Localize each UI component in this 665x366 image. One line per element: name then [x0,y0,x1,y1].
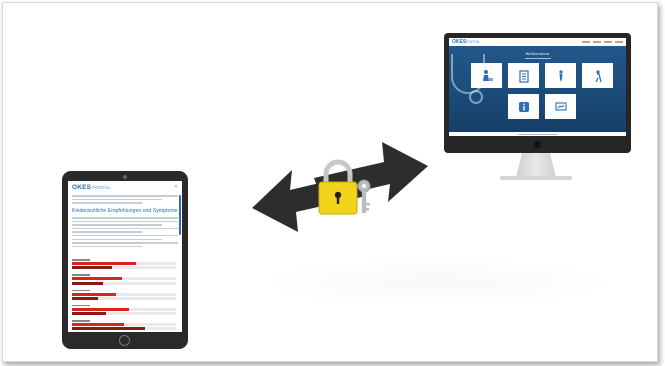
bar-track [72,323,176,327]
portal-card-doctor[interactable] [471,63,502,88]
tablet-section-heading: Kinderärztliche Empfehlungen und Symptom… [72,207,178,214]
bar-fill [72,307,130,311]
portal-footer [449,132,626,136]
portal-card-walking[interactable] [582,63,613,88]
text-line [72,220,178,223]
bar-label [72,274,90,276]
doctor-patient-icon [482,69,493,81]
tablet-camera [123,175,127,179]
tablet-portal-header: OKESPORTAL ✕ [68,181,182,193]
nav-item[interactable] [615,41,623,43]
portal-card-person[interactable] [545,63,576,88]
nav-item[interactable] [582,41,590,43]
portal-card-clipboard[interactable] [508,63,539,88]
top-nav [582,41,623,43]
monitor-stand [516,153,556,177]
portal-card-info[interactable] [508,94,539,119]
screen-chart-icon [554,101,567,111]
bar-track [72,262,176,266]
bar-label [72,320,90,322]
monitor-screen: OKESPORTAL Willkommen [449,38,626,136]
bar-fill [72,262,137,266]
bar-track [72,312,176,316]
text-line [72,245,142,248]
bar-fill [72,323,124,327]
welcome-subtitle [524,58,551,59]
close-icon[interactable]: ✕ [174,184,178,190]
tablet-screen: OKESPORTAL ✕ Kinderärztliche Empfehlunge… [68,181,182,332]
bar-label [72,259,90,261]
text-line [72,198,162,201]
bar-fill [72,327,145,331]
bar-fill [72,292,116,296]
text-line [72,202,142,204]
floor-reflection [258,258,618,308]
text-line [72,224,162,226]
bar-group [72,289,176,300]
bar-group [72,320,176,331]
monitor-logo-dot [534,141,541,148]
text-line [72,235,178,237]
bar-label [72,304,90,307]
bar-fill [72,296,98,300]
desktop-monitor: OKESPORTAL Willkommen [444,33,631,153]
info-icon [518,101,529,112]
bar-group [72,304,176,316]
bar-label [72,289,90,292]
bar-track [72,277,176,281]
person-standing-icon [558,69,563,82]
text-line [72,238,162,240]
bar-track [72,307,176,311]
bar-fill [72,277,122,281]
okes-portal-logo: OKESPORTAL [72,183,112,191]
portal-topbar: OKESPORTAL [449,38,626,46]
portal-card-screen[interactable] [545,94,576,119]
stethoscope-chestpiece [469,90,483,104]
person-walking-icon [594,69,602,82]
scrollbar[interactable] [179,195,181,235]
image-frame: OKESPORTAL ✕ Kinderärztliche Empfehlunge… [2,2,658,362]
text-line [72,231,142,233]
padlock-icon [318,159,371,215]
key-icon [357,179,371,213]
text-line [72,242,178,244]
bar-track [72,281,176,285]
bar-group [72,274,176,285]
bar-track [72,296,176,300]
text-line [72,195,178,197]
monitor-base [500,176,572,180]
bar-chart [72,259,176,332]
bar-track [72,266,176,270]
nav-item[interactable] [604,41,612,43]
clipboard-icon [518,69,529,83]
bar-track [72,292,176,296]
bar-track [72,327,176,331]
home-button[interactable] [119,335,130,346]
tablet-device: OKESPORTAL ✕ Kinderärztliche Empfehlunge… [62,171,188,349]
bar-group [72,259,176,270]
okes-portal-logo: OKESPORTAL [452,39,481,45]
text-line [72,217,178,219]
bar-fill [72,312,107,316]
bar-fill [72,266,112,270]
nav-item[interactable] [593,41,601,43]
bar-fill [72,281,104,285]
text-line [72,227,178,230]
